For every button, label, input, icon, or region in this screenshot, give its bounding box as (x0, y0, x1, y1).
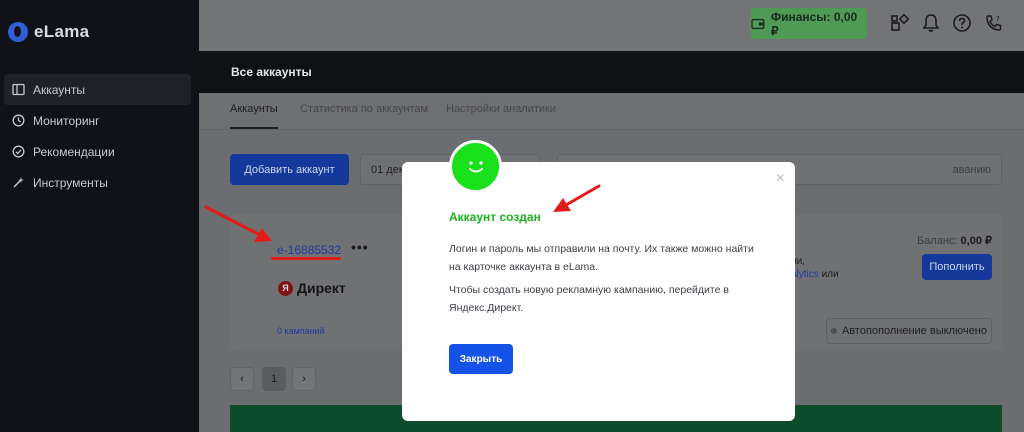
pagination-page-current[interactable]: 1 (262, 367, 286, 391)
topup-button[interactable]: Пополнить (922, 254, 992, 280)
yandex-logo-icon: Я (278, 280, 293, 296)
yandex-direct-logo: Я Директ (278, 280, 346, 296)
account-id-link[interactable]: e-16885532 (277, 243, 341, 257)
accounts-icon (11, 83, 25, 97)
balance: Баланс: 0,00 ₽ (917, 234, 992, 247)
balance-value: 0,00 ₽ (960, 235, 992, 247)
sidebar-item-tools[interactable]: Инструменты (4, 167, 191, 198)
analytics-link[interactable]: alytics (791, 269, 819, 280)
more-options-icon[interactable]: ••• (351, 239, 369, 255)
annotation-underline (271, 257, 341, 260)
sidebar-item-label: Мониторинг (33, 113, 100, 128)
sidebar-item-label: Инструменты (33, 175, 108, 190)
sidebar-item-label: Рекомендации (33, 144, 115, 159)
status-dot-icon (830, 328, 837, 334)
autotopup-label: Автопополнение выключено (841, 325, 988, 337)
sidebar-item-label: Аккаунты (33, 82, 86, 97)
pagination-prev[interactable]: ‹ (230, 367, 254, 391)
close-icon[interactable]: × (776, 170, 785, 188)
pagination-next[interactable]: › (292, 367, 316, 391)
balance-label: Баланс: (916, 235, 961, 247)
close-button[interactable]: Закрыть (449, 344, 513, 374)
campaigns-link[interactable]: 0 кампаний (277, 326, 325, 336)
modal-title: Аккаунт создан (449, 210, 541, 224)
recommendations-icon (11, 145, 25, 159)
sidebar-item-recommendations[interactable]: Рекомендации (4, 136, 191, 167)
sidebar: eLama Аккаунты Мониторинг Рекомендации И… (0, 0, 199, 432)
card-text-fragment: alytics или (791, 269, 839, 280)
elama-logo-icon (8, 22, 28, 42)
logo[interactable]: eLama (8, 22, 89, 42)
smile-icon (449, 140, 502, 193)
tools-icon (11, 176, 25, 190)
account-created-modal: × Аккаунт создан Логин и пароль мы отпра… (402, 162, 795, 421)
add-account-button[interactable]: Добавить аккаунт (230, 154, 349, 185)
logo-text: eLama (34, 22, 90, 41)
modal-paragraph: Чтобы создать новую рекламную кампанию, … (449, 284, 729, 314)
sidebar-item-monitoring[interactable]: Мониторинг (4, 105, 191, 136)
platform-name: Директ (297, 280, 346, 296)
modal-paragraph: Логин и пароль мы отправили на почту. Их… (449, 243, 754, 273)
autotopup-toggle[interactable]: Автопополнение выключено (826, 318, 992, 344)
sidebar-item-accounts[interactable]: Аккаунты (4, 74, 191, 105)
card-text-tail: или (818, 269, 839, 280)
monitoring-icon (11, 114, 25, 128)
